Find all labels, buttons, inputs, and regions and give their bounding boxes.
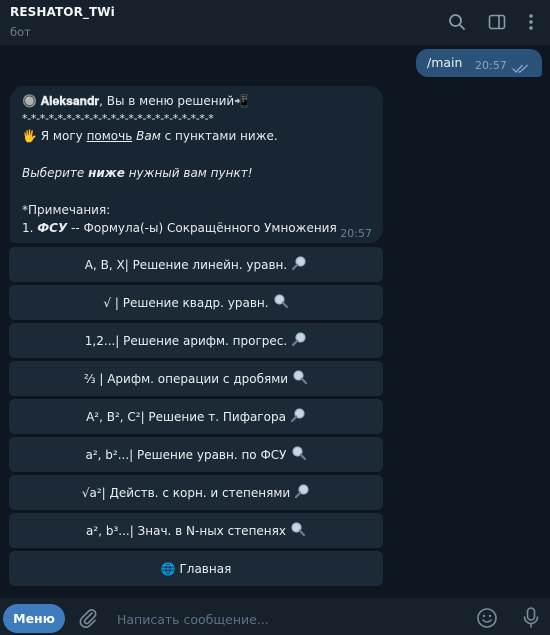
message-notes-title: *Примечания: xyxy=(22,203,111,217)
magnifier-left-icon xyxy=(294,483,310,502)
outgoing-message[interactable]: /main 20:57 xyxy=(416,49,542,77)
keyboard-button-label: a², b³...| Знач. в N-ных степенях xyxy=(86,523,286,538)
more-vert-icon[interactable] xyxy=(520,11,542,33)
keyboard-button-label: ⅔ | Арифм. операции с дробями xyxy=(83,371,289,386)
user-name: 𝐀𝐥𝐞𝐤𝐬𝐚𝐧𝐝𝐫 xyxy=(40,94,100,108)
keyboard-button-linear[interactable]: A, B, X| Решение линейн. уравн. xyxy=(9,247,383,282)
message-separator: *-*-*-*-*-*-*-*-*-*-*-*-*-*-*-*-*-*-*-*-… xyxy=(22,112,214,125)
incoming-message-time: 20:57 xyxy=(340,227,372,240)
double-check-icon xyxy=(512,59,530,78)
keyboard-button-label: 1,2...| Решение арифм. прогрес. xyxy=(84,333,288,348)
incoming-message[interactable]: 🔘 𝐀𝐥𝐞𝐤𝐬𝐚𝐧𝐝𝐫, Вы в меню решений📲 *-*-*-*-… xyxy=(10,86,383,243)
keyboard-button-progression[interactable]: 1,2...| Решение арифм. прогрес. xyxy=(9,323,383,358)
help-text-help: помочь xyxy=(86,129,133,143)
keyboard-button-label: A, B, X| Решение линейн. уравн. xyxy=(84,257,288,272)
choose-text-end: нужный вам пункт! xyxy=(124,166,253,180)
magnifier-right-icon xyxy=(291,445,307,464)
chat-header[interactable]: RESHATOR_TWi бот xyxy=(0,0,550,46)
keyboard-button-quadratic[interactable]: √ | Решение квадр. уравн. xyxy=(9,285,383,320)
help-text-end: с пунктами ниже. xyxy=(160,129,278,143)
keyboard-button-label: √ | Решение квадр. уравн. xyxy=(103,295,269,310)
help-text-can: могу xyxy=(52,129,83,143)
message-composer: Меню Написать сообщение... xyxy=(0,598,550,635)
keyboard-button-label: 🌐 Главная xyxy=(160,561,232,576)
paperclip-icon[interactable] xyxy=(78,607,98,633)
choose-text-below: ниже xyxy=(88,166,125,180)
message-help-line: 🖐 Я могу помочь Вам с пунктами ниже. xyxy=(22,129,278,143)
microphone-icon[interactable] xyxy=(522,606,540,634)
keyboard-button-label: A², B², C²| Решение т. Пифагора xyxy=(86,409,286,424)
message-note-1: 1. ФСУ -- Формула(-ы) Сокращённого Умнож… xyxy=(22,221,337,235)
magnifier-left-icon xyxy=(291,331,307,350)
chat-title[interactable]: RESHATOR_TWi xyxy=(10,5,115,19)
help-text-start: 🖐 Я xyxy=(22,129,53,143)
menu-button[interactable]: Меню xyxy=(3,604,65,633)
sidebar-toggle-icon[interactable] xyxy=(486,11,508,33)
magnifier-left-icon xyxy=(291,255,307,274)
magnifier-right-icon xyxy=(273,293,289,312)
keyboard-button-roots-powers[interactable]: √a²| Действ. с корн. и степенями xyxy=(9,475,383,510)
note-number: 1. xyxy=(22,221,38,235)
radio-button-emoji: 🔘 xyxy=(22,94,37,108)
keyboard-button-fractions[interactable]: ⅔ | Арифм. операции с дробями xyxy=(9,361,383,396)
message-choose-line: Выберите ниже нужный вам пункт! xyxy=(22,166,253,180)
keyboard-button-pythagoras[interactable]: A², B², C²| Решение т. Пифагора xyxy=(9,399,383,434)
keyboard-button-main[interactable]: 🌐 Главная xyxy=(9,551,383,586)
magnifier-left-icon xyxy=(290,407,306,426)
keyboard-button-label: √a²| Действ. с корн. и степенями xyxy=(81,485,291,500)
choose-text-start: Выберите xyxy=(22,166,89,180)
magnifier-right-icon xyxy=(290,521,306,540)
greeting-text: , Вы в меню решений📲 xyxy=(99,94,250,108)
keyboard-button-fsu[interactable]: a², b²...| Решение уравн. по ФСУ xyxy=(9,437,383,472)
emoji-icon[interactable] xyxy=(476,607,498,633)
message-input[interactable]: Написать сообщение... xyxy=(117,612,269,627)
chat-subtitle: бот xyxy=(10,25,31,39)
message-greeting: 🔘 𝐀𝐥𝐞𝐤𝐬𝐚𝐧𝐝𝐫, Вы в меню решений📲 xyxy=(22,94,249,109)
search-icon[interactable] xyxy=(446,11,468,33)
keyboard-button-label: a², b²...| Решение уравн. по ФСУ xyxy=(85,447,287,462)
keyboard-button-n-powers[interactable]: a², b³...| Знач. в N-ных степенях xyxy=(9,513,383,548)
outgoing-message-text: /main xyxy=(427,55,463,70)
note-text: -- Формула(-ы) Сокращённого Умножения xyxy=(67,221,337,235)
note-abbr: ФСУ xyxy=(37,221,68,235)
magnifier-right-icon xyxy=(292,369,308,388)
outgoing-message-time: 20:57 xyxy=(475,59,507,72)
help-text-you: Вам xyxy=(136,129,161,143)
